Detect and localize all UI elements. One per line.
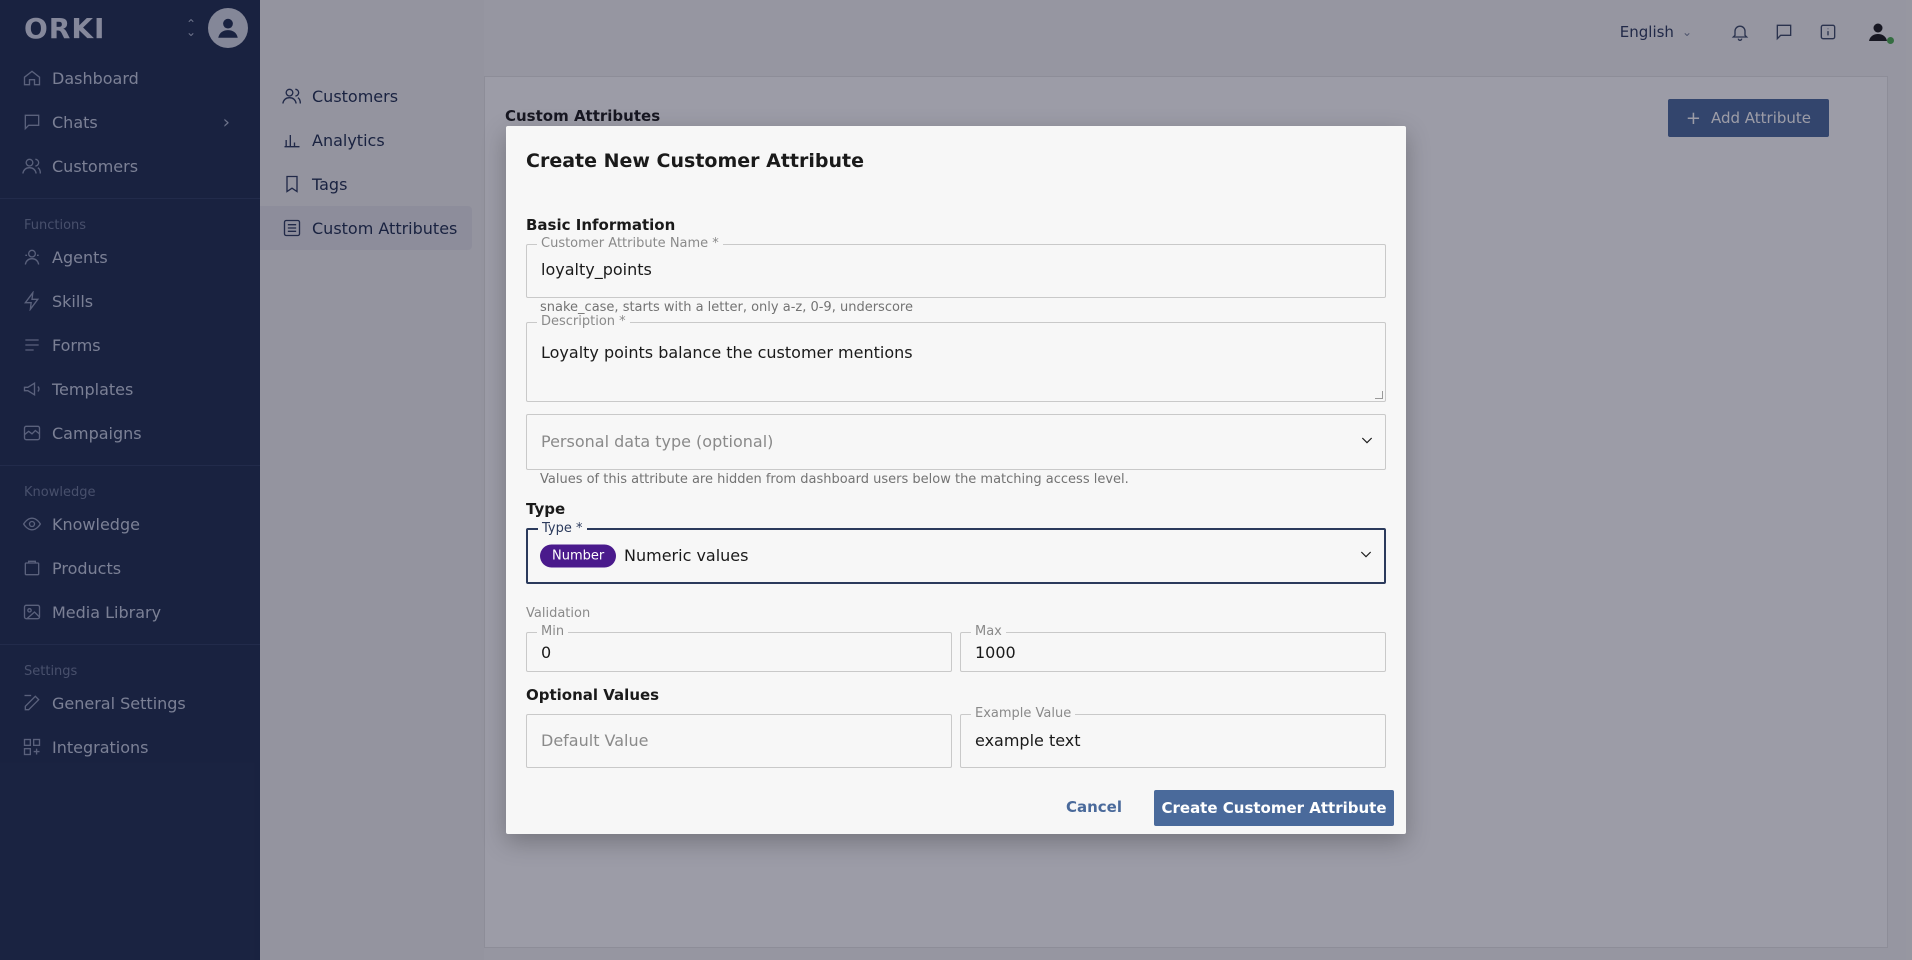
example-value-field[interactable]: Example Value example text xyxy=(960,706,1386,768)
max-value: 1000 xyxy=(975,643,1016,662)
attribute-name-label: Customer Attribute Name * xyxy=(537,236,723,251)
section-basic-information: Basic Information xyxy=(526,216,676,234)
min-value: 0 xyxy=(541,643,552,662)
chevron-down-icon xyxy=(1358,546,1374,566)
max-label: Max xyxy=(971,624,1006,639)
attribute-name-helper: snake_case, starts with a letter, only a… xyxy=(540,300,913,315)
resize-handle[interactable] xyxy=(1375,391,1383,399)
type-badge: Number xyxy=(540,544,617,568)
max-field[interactable]: Max 1000 xyxy=(960,624,1386,672)
cancel-button[interactable]: Cancel xyxy=(1066,798,1122,816)
default-value-field[interactable]: Default Value xyxy=(526,714,952,768)
section-type: Type xyxy=(526,500,566,518)
create-attribute-dialog: Create New Customer Attribute Basic Info… xyxy=(506,126,1406,834)
dialog-title: Create New Customer Attribute xyxy=(526,150,864,172)
section-optional-values: Optional Values xyxy=(526,686,660,704)
type-label: Type * xyxy=(538,521,587,536)
description-label: Description * xyxy=(537,314,630,329)
type-value: Numeric values xyxy=(624,546,749,565)
description-field[interactable]: Description * Loyalty points balance the… xyxy=(526,314,1386,402)
personal-data-type-select[interactable]: Personal data type (optional) xyxy=(526,414,1386,470)
type-select[interactable]: Type * Number Numeric values xyxy=(526,521,1386,584)
chevron-down-icon xyxy=(1359,432,1375,452)
attribute-name-field[interactable]: Customer Attribute Name * loyalty_points xyxy=(526,236,1386,298)
personal-data-type-helper: Values of this attribute are hidden from… xyxy=(540,472,1129,487)
description-value: Loyalty points balance the customer ment… xyxy=(541,343,913,362)
attribute-name-value: loyalty_points xyxy=(541,260,652,279)
personal-data-type-placeholder: Personal data type (optional) xyxy=(541,432,774,451)
create-attribute-button[interactable]: Create Customer Attribute xyxy=(1154,790,1394,826)
validation-label: Validation xyxy=(526,606,591,621)
min-field[interactable]: Min 0 xyxy=(526,624,952,672)
default-value-placeholder: Default Value xyxy=(541,731,649,750)
min-label: Min xyxy=(537,624,569,639)
example-value-value: example text xyxy=(975,731,1081,750)
example-value-label: Example Value xyxy=(971,706,1076,721)
